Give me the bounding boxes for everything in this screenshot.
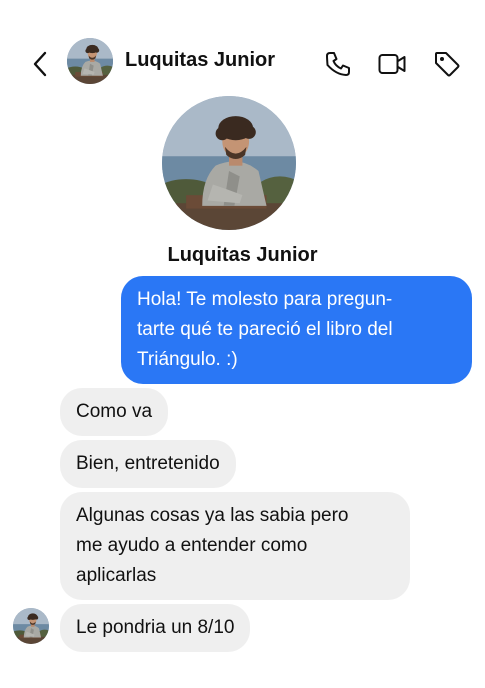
back-button[interactable] [26,48,54,80]
sender-avatar[interactable] [13,608,49,644]
profile-name-text: Luquitas Junior [167,244,318,266]
chevron-left-icon [32,51,48,77]
video-camera-icon [377,50,407,78]
tag-icon [433,50,461,78]
message-incoming[interactable]: Bien, entretenido [60,440,236,488]
message-incoming[interactable]: Como va [60,388,169,436]
profile-avatar[interactable] [162,96,296,230]
phone-icon [324,50,352,78]
message-incoming[interactable]: Le pondria un 8/10 [60,604,251,652]
profile-name: Luquitas Junior [0,243,485,267]
message-outgoing[interactable]: Hola! Te molesto para pregun- tarte qué … [121,276,472,384]
call-button[interactable] [322,48,354,80]
message-incoming[interactable]: Algunas cosas ya las sabia pero me ayudo… [60,492,410,600]
tag-button[interactable] [431,48,463,80]
contact-name[interactable]: Luquitas Junior [125,48,275,72]
video-call-button[interactable] [376,48,408,80]
header-avatar[interactable] [67,38,113,84]
